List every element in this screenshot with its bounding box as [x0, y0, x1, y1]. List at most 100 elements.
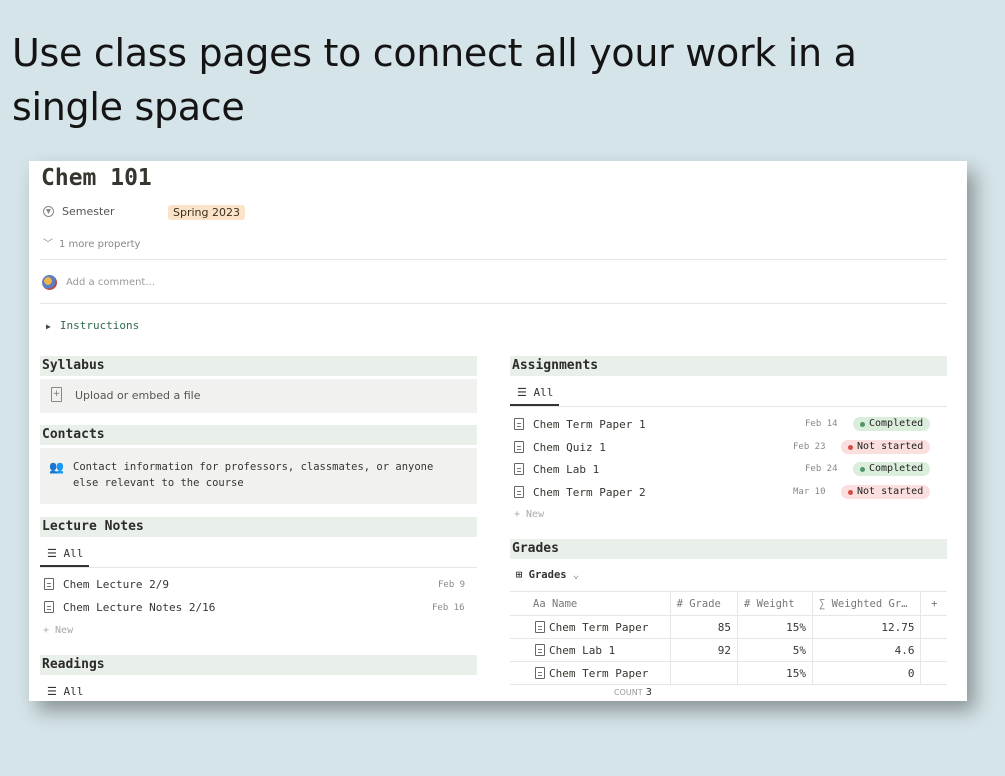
- grade-cell[interactable]: 85: [669, 615, 739, 639]
- contacts-callout: 👥 Contact information for professors, cl…: [40, 448, 477, 504]
- status-badge[interactable]: Completed: [853, 462, 931, 476]
- chevron-down-icon: ⌄: [566, 569, 580, 581]
- assignments-view-tab[interactable]: ☰ All: [517, 386, 553, 399]
- page-icon: [535, 620, 545, 633]
- page-icon: [514, 486, 524, 498]
- lecture-notes-view-tab[interactable]: ☰ All: [47, 547, 83, 560]
- select-property-icon: [43, 206, 54, 217]
- weighted-grade-cell: 4.6: [811, 638, 922, 662]
- list-icon: ☰: [47, 685, 64, 698]
- status-badge[interactable]: Not started: [841, 485, 931, 499]
- chevron-down-icon: ﹀: [43, 239, 53, 250]
- contacts-heading: Contacts: [40, 425, 477, 445]
- readings-view-tab[interactable]: ☰ All: [47, 685, 83, 698]
- list-item[interactable]: Chem Term Paper 1: [514, 414, 646, 434]
- table-icon: ⊞: [516, 569, 529, 581]
- semester-tag[interactable]: Spring 2023: [168, 205, 245, 220]
- assignment-name: Chem Term Paper 2: [533, 485, 646, 499]
- divider: [40, 303, 947, 304]
- lecture-notes-heading: Lecture Notes: [40, 517, 477, 537]
- assignment-date: Feb 24: [805, 464, 838, 474]
- instructions-toggle[interactable]: ▶ Instructions: [46, 319, 139, 332]
- list-item[interactable]: Chem Term Paper 2: [514, 482, 646, 502]
- property-label: Semester: [62, 205, 115, 218]
- weighted-grade-cell: 12.75: [811, 615, 922, 639]
- table-row[interactable]: Chem Term Paper 15% 0: [510, 661, 947, 685]
- grade-name-cell[interactable]: Chem Term Paper: [510, 615, 671, 639]
- list-item[interactable]: Chem Lab 1: [514, 459, 599, 479]
- lecture-note-name: Chem Lecture 2/9: [63, 577, 169, 591]
- status-badge[interactable]: Not started: [841, 440, 931, 454]
- weight-cell[interactable]: 15%: [737, 615, 813, 639]
- list-item[interactable]: Chem Lecture 2/9: [44, 574, 169, 594]
- notion-page-card: Chem 101 Semester Spring 2023 ﹀ 1 more pr…: [29, 161, 967, 701]
- grades-heading: Grades: [510, 539, 947, 559]
- readings-heading: Readings: [40, 655, 477, 675]
- page-icon: [514, 418, 524, 430]
- table-row[interactable]: Chem Term Paper 85 15% 12.75: [510, 615, 947, 639]
- upload-label: Upload or embed a file: [75, 389, 201, 402]
- weight-cell[interactable]: 5%: [737, 638, 813, 662]
- column-header-weight[interactable]: # Weight: [737, 591, 813, 616]
- assignments-heading: Assignments: [510, 356, 947, 376]
- assignment-date: Feb 23: [793, 442, 826, 452]
- contacts-text-line1: Contact information for professors, clas…: [73, 461, 434, 473]
- grades-view-tab[interactable]: ⊞ Grades ⌄: [516, 569, 579, 581]
- weight-cell[interactable]: 15%: [737, 661, 813, 685]
- contacts-text-line2: else relevant to the course: [73, 477, 244, 489]
- grade-name: Chem Term Paper: [549, 620, 649, 634]
- page-icon: [535, 643, 545, 656]
- syllabus-upload-block[interactable]: + Upload or embed a file: [40, 379, 477, 413]
- lecture-note-date: Feb 16: [432, 603, 465, 613]
- divider: [510, 406, 947, 407]
- grade-name: Chem Term Paper: [549, 666, 649, 680]
- page-icon: [44, 601, 54, 613]
- property-semester[interactable]: Semester: [43, 205, 115, 218]
- page-icon: [514, 463, 524, 475]
- grade-name-cell[interactable]: Chem Lab 1: [510, 638, 671, 662]
- people-icon: 👥: [49, 460, 64, 474]
- status-badge[interactable]: Completed: [853, 417, 931, 431]
- assignment-date: Feb 14: [805, 419, 838, 429]
- column-header-weighted-grade[interactable]: ∑ Weighted Gr…: [811, 591, 922, 616]
- empty-cell: [920, 638, 947, 662]
- assignments-view-label: All: [533, 386, 554, 399]
- triangle-right-icon: ▶: [46, 322, 51, 331]
- more-properties-toggle[interactable]: ﹀ 1 more property: [43, 235, 140, 250]
- count-label: COUNT: [614, 688, 643, 697]
- list-icon: ☰: [517, 386, 534, 399]
- column-header-grade[interactable]: # Grade: [669, 591, 739, 616]
- grade-name-cell[interactable]: Chem Term Paper: [510, 661, 671, 685]
- instructions-label: Instructions: [59, 319, 140, 332]
- avatar: [42, 275, 57, 290]
- weighted-grade-cell: 0: [811, 661, 922, 685]
- page-icon: [44, 578, 54, 590]
- list-item[interactable]: Chem Lecture Notes 2/16: [44, 597, 215, 617]
- list-item[interactable]: Chem Quiz 1: [514, 437, 606, 457]
- syllabus-heading: Syllabus: [40, 356, 477, 376]
- comment-input[interactable]: Add a comment...: [66, 277, 155, 288]
- table-count: COUNT 3: [614, 687, 652, 698]
- add-column-button[interactable]: +: [920, 591, 947, 616]
- list-icon: ☰: [47, 547, 64, 560]
- upload-file-icon: +: [51, 387, 62, 402]
- table-header-row: Aa Name # Grade # Weight ∑ Weighted Gr… …: [510, 591, 947, 616]
- grade-cell[interactable]: 92: [669, 638, 739, 662]
- count-value: 3: [645, 687, 652, 698]
- grade-cell[interactable]: [669, 661, 739, 685]
- table-row[interactable]: Chem Lab 1 92 5% 4.6: [510, 638, 947, 662]
- divider: [40, 567, 477, 568]
- page-icon: [514, 441, 524, 453]
- lecture-notes-new-button[interactable]: + New: [43, 625, 73, 636]
- grades-view-label: Grades: [528, 569, 567, 581]
- readings-view-label: All: [63, 685, 84, 698]
- page-title: Chem 101: [41, 165, 152, 191]
- headline: Use class pages to connect all your work…: [12, 31, 857, 129]
- grades-table: Aa Name # Grade # Weight ∑ Weighted Gr… …: [510, 591, 947, 685]
- assignments-new-button[interactable]: + New: [514, 509, 544, 520]
- column-header-name[interactable]: Aa Name: [510, 591, 671, 616]
- empty-cell: [920, 661, 947, 685]
- lecture-notes-view-label: All: [63, 547, 84, 560]
- lecture-note-name: Chem Lecture Notes 2/16: [63, 600, 216, 614]
- assignment-name: Chem Lab 1: [533, 462, 600, 476]
